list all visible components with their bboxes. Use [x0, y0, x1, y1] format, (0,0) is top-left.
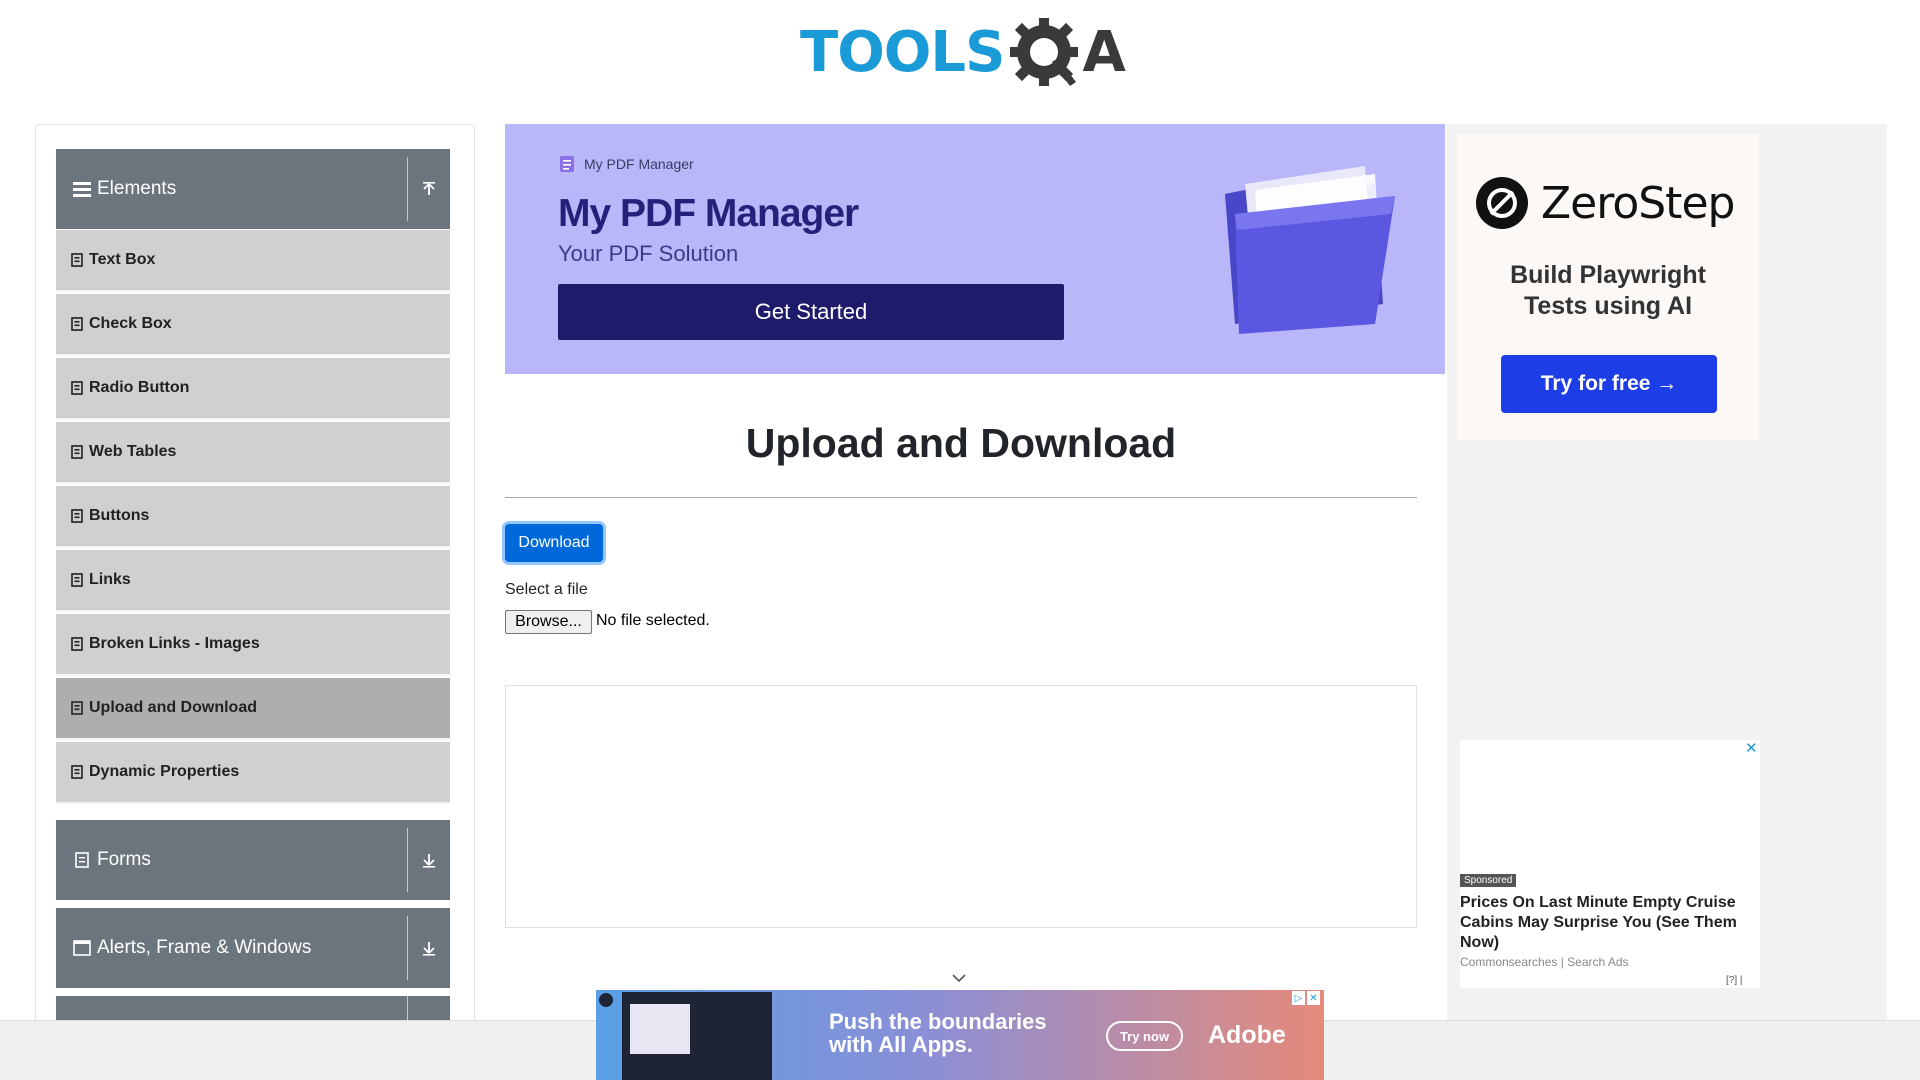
output-panel — [505, 685, 1417, 928]
item-icon — [71, 637, 83, 651]
sidebar-item-check-box[interactable]: Check Box — [56, 294, 450, 356]
window-icon — [73, 939, 91, 957]
sidebar-item-label: Broken Links - Images — [89, 635, 260, 652]
group-label: Alerts, Frame & Windows — [97, 937, 312, 958]
ad-badge-icon[interactable] — [599, 993, 613, 1007]
document-icon — [560, 156, 574, 172]
item-icon — [71, 445, 83, 459]
site-header: TOOLS A — [0, 0, 1920, 100]
sponsored-headline[interactable]: Prices On Last Minute Empty Cruise Cabin… — [1460, 893, 1760, 953]
sponsored-badge: Sponsored — [1460, 874, 1517, 887]
adobe-try-now-button[interactable]: Try now — [1106, 1021, 1183, 1051]
item-icon — [71, 765, 83, 779]
thumbnail-preview — [630, 1004, 690, 1054]
expand-arrow-icon[interactable] — [408, 820, 450, 900]
ad-brand-label: My PDF Manager — [584, 156, 694, 172]
sidebar-item-label: Check Box — [89, 315, 172, 332]
group-label: Forms — [97, 849, 151, 870]
file-status: No file selected. — [596, 612, 710, 629]
zerostep-brand: ZeroStep — [1541, 177, 1735, 229]
close-icon[interactable]: ✕ — [1307, 991, 1320, 1005]
sidebar-item-text-box[interactable]: Text Box — [56, 230, 450, 292]
sidebar-item-label: Text Box — [89, 251, 156, 268]
item-icon — [71, 573, 83, 587]
zerostep-try-free-button[interactable]: Try for free → — [1501, 355, 1717, 413]
sidebar-item-buttons[interactable]: Buttons — [56, 486, 450, 548]
item-icon — [71, 317, 83, 331]
sidebar-item-label: Web Tables — [89, 443, 177, 460]
ad-brand: My PDF Manager — [558, 155, 694, 173]
gear-icon — [1004, 14, 1086, 92]
group-label: Elements — [97, 178, 177, 199]
select-file-label: Select a file — [505, 581, 588, 598]
logo-text: TOOLS — [800, 20, 1005, 85]
hamburger-icon — [73, 180, 91, 198]
group-alerts-frames-windows[interactable]: Alerts, Frame & Windows — [56, 908, 450, 988]
adobe-logo: Adobe — [1208, 1021, 1286, 1049]
page-title: Upload and Download — [745, 420, 1177, 466]
zerostep-logo: ZeroStep — [1475, 176, 1735, 230]
group-next[interactable] — [56, 996, 450, 1020]
sponsored-source[interactable]: Commonsearches | Search Ads — [1460, 955, 1629, 969]
ad-get-started-button[interactable]: Get Started — [558, 284, 1064, 340]
sidebar-item-label: Upload and Download — [89, 699, 257, 716]
zerostep-tagline: Build Playwright Tests using AI — [1457, 260, 1759, 322]
ad-adobe[interactable]: Push the boundaries with All Apps. Try n… — [596, 990, 1324, 1080]
sidebar-item-label: Dynamic Properties — [89, 763, 240, 780]
adobe-headline-line: with All Apps. — [829, 1032, 973, 1057]
chevron-down-icon[interactable] — [951, 972, 967, 984]
sidebar-item-broken-links[interactable]: Broken Links - Images — [56, 614, 450, 676]
sidebar-item-label: Radio Button — [89, 379, 190, 396]
zerostep-tagline-line: Tests using AI — [1523, 292, 1693, 320]
group-forms[interactable]: Forms — [56, 820, 450, 900]
zerostep-mark-icon — [1476, 177, 1528, 229]
divider — [407, 996, 408, 1020]
ad-title: My PDF Manager — [558, 192, 859, 235]
expand-arrow-icon[interactable] — [408, 908, 450, 988]
item-icon — [71, 381, 83, 395]
item-icon — [71, 701, 83, 715]
sidebar-item-dynamic-properties[interactable]: Dynamic Properties — [56, 742, 450, 804]
ad-info-link[interactable]: [?] | — [1726, 975, 1743, 986]
ad-choices-icon[interactable]: ▷ — [1292, 991, 1305, 1005]
adobe-headline: Push the boundaries with All Apps. — [829, 1010, 1047, 1056]
group-elements[interactable]: Elements — [56, 149, 450, 229]
title-divider — [505, 497, 1417, 498]
ad-zerostep[interactable]: ZeroStep Build Playwright Tests using AI… — [1457, 134, 1759, 440]
item-icon — [71, 253, 83, 267]
collapse-arrow-icon[interactable] — [408, 149, 450, 229]
item-icon — [71, 509, 83, 523]
form-icon — [73, 851, 91, 869]
download-button[interactable]: Download — [505, 524, 603, 562]
adobe-headline-line: Push the boundaries — [829, 1009, 1047, 1034]
ad-banner-pdf-manager[interactable]: My PDF Manager My PDF Manager Your PDF S… — [505, 124, 1445, 374]
zerostep-tagline-line: Build Playwright — [1510, 261, 1706, 289]
sidebar-item-web-tables[interactable]: Web Tables — [56, 422, 450, 484]
close-ad-icon[interactable]: ✕ — [1745, 739, 1758, 757]
ad-subtitle: Your PDF Solution — [558, 241, 739, 266]
sidebar-item-radio-button[interactable]: Radio Button — [56, 358, 450, 420]
folder-icon — [1225, 166, 1395, 334]
sidebar-item-label: Buttons — [89, 507, 150, 524]
sidebar-item-label: Links — [89, 571, 131, 588]
sidebar-item-links[interactable]: Links — [56, 550, 450, 612]
browse-button[interactable]: Browse... — [505, 610, 592, 634]
toolsqa-logo[interactable]: TOOLS A — [800, 14, 1126, 92]
ad-thumbnail — [622, 992, 772, 1080]
logo-suffix: A — [1082, 20, 1126, 85]
sidebar-item-upload-download[interactable]: Upload and Download — [56, 678, 450, 740]
ad-choices[interactable]: ▷ ✕ — [1292, 991, 1322, 1005]
